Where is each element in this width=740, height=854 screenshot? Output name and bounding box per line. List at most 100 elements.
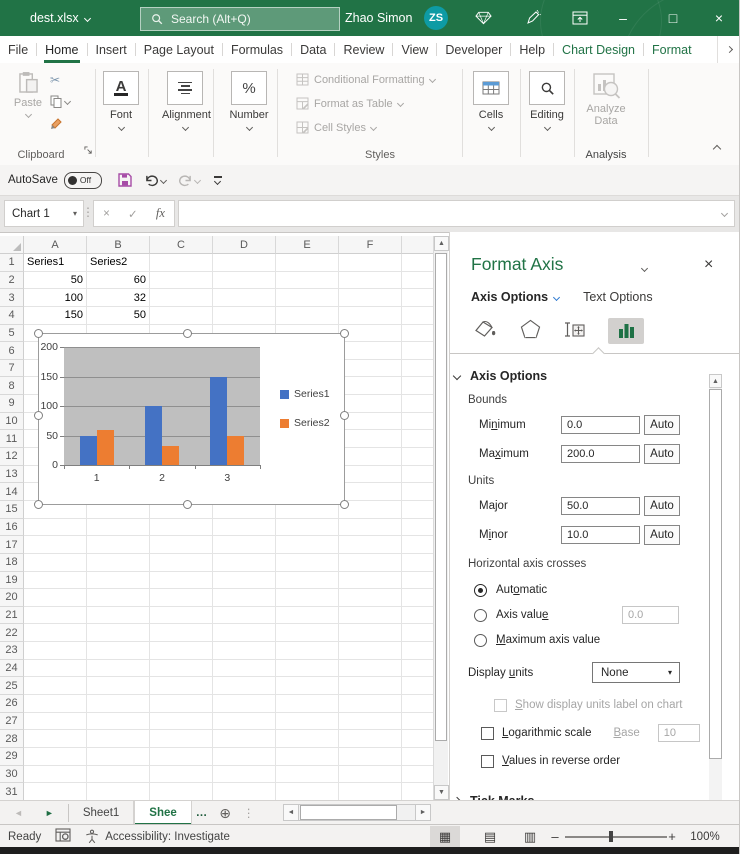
row-header-4[interactable]: 4 xyxy=(0,307,24,325)
cell-e16[interactable] xyxy=(276,519,339,537)
chart-handle-ne[interactable] xyxy=(340,329,349,338)
horizontal-scrollbar-thumb[interactable] xyxy=(300,805,397,820)
cell-a16[interactable] xyxy=(24,519,87,537)
tab-insert[interactable]: Insert xyxy=(88,36,135,63)
alignment-group-button[interactable]: Alignment xyxy=(162,71,208,133)
scroll-left-button[interactable]: ◄ xyxy=(283,804,299,821)
row-header-17[interactable]: 17 xyxy=(0,536,24,554)
scroll-right-button[interactable]: ► xyxy=(415,804,431,821)
cell-f24[interactable] xyxy=(339,660,402,678)
cell-e19[interactable] xyxy=(276,572,339,590)
cell-b24[interactable] xyxy=(87,660,150,678)
cell-e18[interactable] xyxy=(276,554,339,572)
tab-page-layout[interactable]: Page Layout xyxy=(136,36,222,63)
minor-auto-button[interactable]: Auto xyxy=(644,525,680,545)
autosave-toggle[interactable]: Off xyxy=(64,172,102,189)
row-header-16[interactable]: 16 xyxy=(0,519,24,537)
cell-e23[interactable] xyxy=(276,642,339,660)
cell-f9[interactable] xyxy=(339,395,402,413)
cell-a22[interactable] xyxy=(24,624,87,642)
tab-chart-design[interactable]: Chart Design xyxy=(554,36,643,63)
cell-e26[interactable] xyxy=(276,695,339,713)
cell-c16[interactable] xyxy=(150,519,213,537)
chart-handle-e[interactable] xyxy=(340,411,349,420)
select-all-corner[interactable] xyxy=(0,236,24,254)
row-header-12[interactable]: 12 xyxy=(0,448,24,466)
zoom-level[interactable]: 100% xyxy=(685,826,725,847)
paste-button[interactable]: Paste xyxy=(8,71,48,117)
chart-handle-n[interactable] xyxy=(183,329,192,338)
cell-f7[interactable] xyxy=(339,360,402,378)
cell-b4[interactable]: 50 xyxy=(87,307,150,325)
cell-f28[interactable] xyxy=(339,730,402,748)
zoom-out-button[interactable]: – xyxy=(545,826,565,847)
cell-a18[interactable] xyxy=(24,554,87,572)
cell-a3[interactable]: 100 xyxy=(24,289,87,307)
format-as-table-button[interactable]: Format as Table xyxy=(296,97,403,110)
panel-close-button[interactable]: × xyxy=(704,256,713,274)
maximum-input[interactable] xyxy=(561,445,640,463)
column-header-a[interactable]: A xyxy=(24,236,87,254)
row-header-14[interactable]: 14 xyxy=(0,483,24,501)
ribbon-display-options-icon[interactable] xyxy=(563,0,597,36)
previous-sheet-button[interactable]: ◄ xyxy=(14,808,23,818)
enter-button[interactable]: ✓ xyxy=(128,207,138,221)
cell-b2[interactable]: 60 xyxy=(87,272,150,290)
cell-a31[interactable] xyxy=(24,783,87,800)
sheet-tab-sheet1[interactable]: Sheet1 xyxy=(69,801,134,825)
search-box[interactable]: Search (Alt+Q) xyxy=(140,7,340,31)
cell-d29[interactable] xyxy=(213,748,276,766)
row-header-10[interactable]: 10 xyxy=(0,413,24,431)
row-header-23[interactable]: 23 xyxy=(0,642,24,660)
vertical-scrollbar-thumb[interactable] xyxy=(435,253,447,741)
cell-f14[interactable] xyxy=(339,483,402,501)
cell-a4[interactable]: 150 xyxy=(24,307,87,325)
zoom-in-button[interactable]: + xyxy=(662,826,682,847)
legend-item-series1[interactable]: Series1 xyxy=(280,388,330,400)
legend-item-series2[interactable]: Series2 xyxy=(280,417,330,429)
cell-d19[interactable] xyxy=(213,572,276,590)
row-header-19[interactable]: 19 xyxy=(0,572,24,590)
cell-f26[interactable] xyxy=(339,695,402,713)
cell-c18[interactable] xyxy=(150,554,213,572)
cell-e27[interactable] xyxy=(276,713,339,731)
cell-d25[interactable] xyxy=(213,677,276,695)
row-header-25[interactable]: 25 xyxy=(0,677,24,695)
user-name[interactable]: Zhao Simon xyxy=(345,0,412,36)
tab-formulas[interactable]: Formulas xyxy=(223,36,291,63)
row-header-31[interactable]: 31 xyxy=(0,783,24,800)
fill-line-icon[interactable] xyxy=(474,320,497,342)
tab-text-options[interactable]: Text Options xyxy=(583,290,652,304)
accessibility-status[interactable]: Accessibility: Investigate xyxy=(85,829,230,844)
cancel-button[interactable]: × xyxy=(103,208,110,220)
column-header-e[interactable]: E xyxy=(276,236,339,254)
effects-icon[interactable] xyxy=(520,319,541,342)
cell-d3[interactable] xyxy=(213,289,276,307)
zoom-slider-thumb[interactable] xyxy=(609,831,613,842)
cell-f30[interactable] xyxy=(339,766,402,784)
row-header-3[interactable]: 3 xyxy=(0,289,24,307)
cell-f27[interactable] xyxy=(339,713,402,731)
expand-formula-bar-icon[interactable] xyxy=(721,210,728,217)
cell-d31[interactable] xyxy=(213,783,276,800)
cell-d2[interactable] xyxy=(213,272,276,290)
panel-scrollbar[interactable]: ▲ ▼ xyxy=(709,374,722,824)
cell-d20[interactable] xyxy=(213,589,276,607)
row-header-15[interactable]: 15 xyxy=(0,501,24,519)
column-header-c[interactable]: C xyxy=(150,236,213,254)
major-auto-button[interactable]: Auto xyxy=(644,496,680,516)
avatar[interactable]: ZS xyxy=(424,6,448,30)
chart-handle-s[interactable] xyxy=(183,500,192,509)
cell-f19[interactable] xyxy=(339,572,402,590)
cell-e3[interactable] xyxy=(276,289,339,307)
cell-styles-button[interactable]: Cell Styles xyxy=(296,121,376,134)
row-header-18[interactable]: 18 xyxy=(0,554,24,572)
cell-d24[interactable] xyxy=(213,660,276,678)
minor-input[interactable] xyxy=(561,526,640,544)
save-button[interactable] xyxy=(118,173,132,187)
row-header-9[interactable]: 9 xyxy=(0,395,24,413)
cell-b23[interactable] xyxy=(87,642,150,660)
cell-f18[interactable] xyxy=(339,554,402,572)
clipboard-dialog-launcher[interactable] xyxy=(84,142,93,160)
cell-d23[interactable] xyxy=(213,642,276,660)
